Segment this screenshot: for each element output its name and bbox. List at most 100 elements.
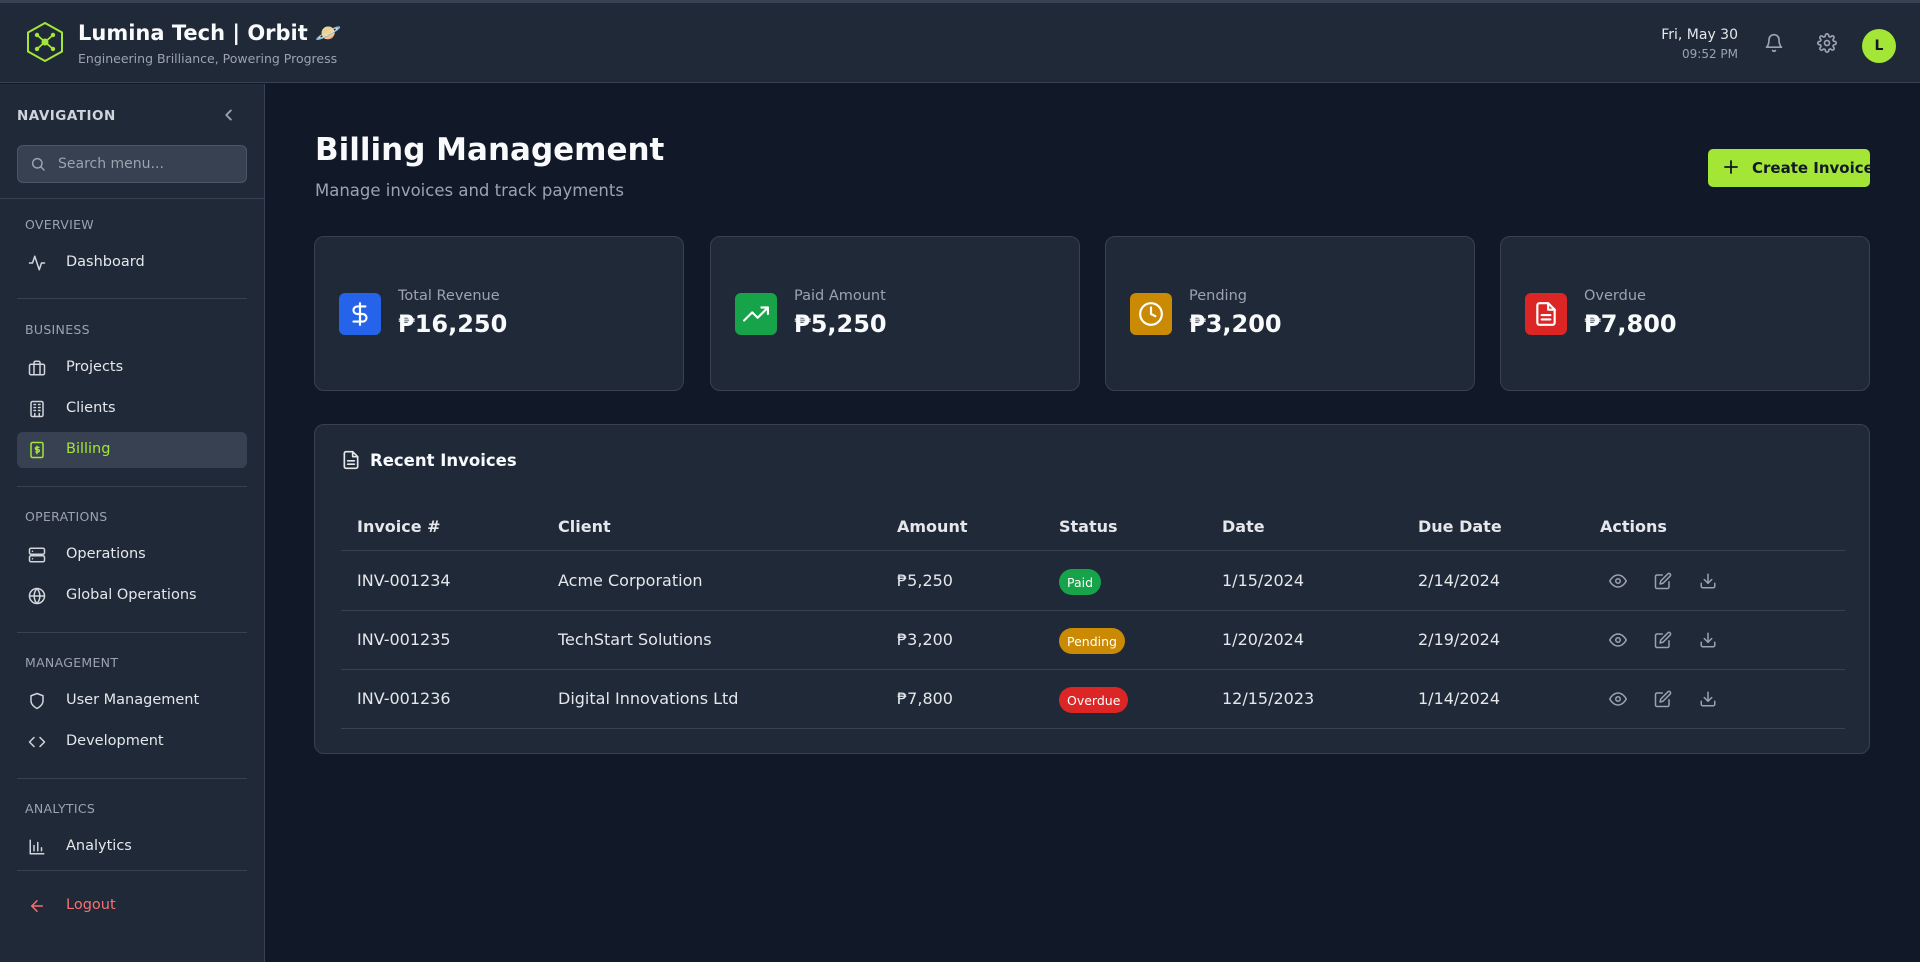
recent-invoices-panel: Recent Invoices Invoice # Client Amount … <box>314 424 1870 754</box>
section-label-management: MANAGEMENT <box>25 655 119 670</box>
sidebar-item-label: Global Operations <box>66 587 197 603</box>
app-header: Lumina Tech | Orbit 🪐 Engineering Brilli… <box>0 3 1920 83</box>
stat-card-pending: Pending ₱3,200 <box>1105 236 1475 391</box>
cell-client: TechStart Solutions <box>558 630 712 649</box>
section-label-analytics: ANALYTICS <box>25 801 96 816</box>
page-subtitle: Manage invoices and track payments <box>315 181 624 200</box>
cell-invoice-id[interactable]: INV-001236 <box>357 689 451 708</box>
globe-icon <box>28 587 46 605</box>
divider <box>17 298 247 299</box>
section-label-overview: OVERVIEW <box>25 217 94 232</box>
sidebar-item-label: Clients <box>66 400 116 416</box>
sidebar-title: NAVIGATION <box>17 108 116 124</box>
sidebar-item-projects[interactable]: Projects <box>17 350 247 386</box>
sidebar-item-analytics[interactable]: Analytics <box>17 829 247 865</box>
column-header: Due Date <box>1418 517 1502 536</box>
sidebar-item-label: Dashboard <box>66 254 145 270</box>
stat-label: Paid Amount <box>794 288 886 304</box>
sidebar-item-label: Development <box>66 733 164 749</box>
status-badge: Paid <box>1059 569 1102 595</box>
sidebar-search[interactable] <box>17 145 247 183</box>
arrow-left-icon <box>31 900 43 912</box>
sidebar-item-development[interactable]: Development <box>17 724 247 760</box>
cell-invoice-id[interactable]: INV-001235 <box>357 630 451 649</box>
column-header: Client <box>558 517 611 536</box>
download-icon[interactable] <box>1699 631 1717 649</box>
stat-label: Pending <box>1189 288 1247 304</box>
table-row: INV-001235 TechStart Solutions ₱3,200 Pe… <box>341 611 1845 670</box>
bell-icon[interactable] <box>1764 33 1784 53</box>
plus-icon <box>1724 160 1738 174</box>
cell-amount: ₱7,800 <box>897 689 953 708</box>
table-header: Invoice # Client Amount Status Date Due … <box>341 505 1845 551</box>
stat-value: ₱16,250 <box>398 310 508 338</box>
receipt-icon <box>30 441 44 459</box>
cell-date: 1/15/2024 <box>1222 571 1305 590</box>
divider <box>17 870 247 871</box>
stat-label: Overdue <box>1584 288 1646 304</box>
download-icon[interactable] <box>1699 690 1717 708</box>
stat-card-overdue: Overdue ₱7,800 <box>1500 236 1870 391</box>
document-icon <box>343 450 359 470</box>
divider <box>0 198 265 199</box>
sidebar-item-dashboard[interactable]: Dashboard <box>17 245 247 281</box>
edit-icon[interactable] <box>1654 690 1672 708</box>
eye-icon[interactable] <box>1609 572 1627 590</box>
table-row: INV-001234 Acme Corporation ₱5,250 Paid … <box>341 552 1845 611</box>
divider <box>17 778 247 779</box>
dollar-icon <box>339 293 381 335</box>
cell-due-date: 1/14/2024 <box>1418 689 1501 708</box>
header-time: 09:52 PM <box>1682 47 1738 61</box>
logout-label: Logout <box>66 897 116 913</box>
cell-due-date: 2/19/2024 <box>1418 630 1501 649</box>
edit-icon[interactable] <box>1654 631 1672 649</box>
status-badge: Overdue <box>1059 687 1129 713</box>
eye-icon[interactable] <box>1609 631 1627 649</box>
cell-client: Digital Innovations Ltd <box>558 689 739 708</box>
edit-icon[interactable] <box>1654 572 1672 590</box>
column-header: Actions <box>1600 517 1667 536</box>
sidebar-item-clients[interactable]: Clients <box>17 391 247 427</box>
search-input[interactable] <box>58 146 238 182</box>
stat-label: Total Revenue <box>398 288 500 304</box>
trending-up-icon <box>735 293 777 335</box>
create-invoice-button[interactable]: Create Invoice <box>1708 149 1874 187</box>
chevron-left-icon[interactable] <box>218 104 240 126</box>
gear-icon[interactable] <box>1817 33 1837 53</box>
table-row: INV-001236 Digital Innovations Ltd ₱7,80… <box>341 670 1845 729</box>
page-title: Billing Management <box>315 132 665 168</box>
file-icon <box>1525 293 1567 335</box>
server-icon <box>28 547 46 563</box>
section-label-business: BUSINESS <box>25 322 90 337</box>
column-header: Invoice # <box>357 517 441 536</box>
stat-card-paid-amount: Paid Amount ₱5,250 <box>710 236 1080 391</box>
sidebar-item-label: Analytics <box>66 838 132 854</box>
column-header: Amount <box>897 517 968 536</box>
cell-date: 1/20/2024 <box>1222 630 1305 649</box>
logout-button[interactable]: Logout <box>17 888 247 924</box>
create-invoice-label: Create Invoice <box>1752 159 1874 177</box>
section-label-operations: OPERATIONS <box>25 509 108 524</box>
download-icon[interactable] <box>1699 572 1717 590</box>
sidebar-item-billing[interactable]: Billing <box>17 432 247 468</box>
avatar[interactable]: L <box>1862 29 1896 63</box>
sidebar-item-operations[interactable]: Operations <box>17 537 247 573</box>
column-header: Date <box>1222 517 1265 536</box>
app-title: Lumina Tech | Orbit 🪐 <box>78 21 342 45</box>
briefcase-icon <box>28 360 46 376</box>
sidebar-item-global-operations[interactable]: Global Operations <box>17 578 247 614</box>
cell-invoice-id[interactable]: INV-001234 <box>357 571 451 590</box>
stat-card-total-revenue: Total Revenue ₱16,250 <box>314 236 684 391</box>
stat-value: ₱3,200 <box>1189 310 1282 338</box>
status-badge: Pending <box>1059 628 1125 654</box>
cell-amount: ₱3,200 <box>897 630 953 649</box>
code-icon <box>28 736 46 748</box>
hex-logo-icon[interactable] <box>24 21 66 63</box>
stat-value: ₱7,800 <box>1584 310 1677 338</box>
sidebar-item-user-management[interactable]: User Management <box>17 683 247 719</box>
divider <box>17 486 247 487</box>
search-icon <box>31 157 45 171</box>
activity-icon <box>28 255 46 271</box>
cell-client: Acme Corporation <box>558 571 703 590</box>
eye-icon[interactable] <box>1609 690 1627 708</box>
